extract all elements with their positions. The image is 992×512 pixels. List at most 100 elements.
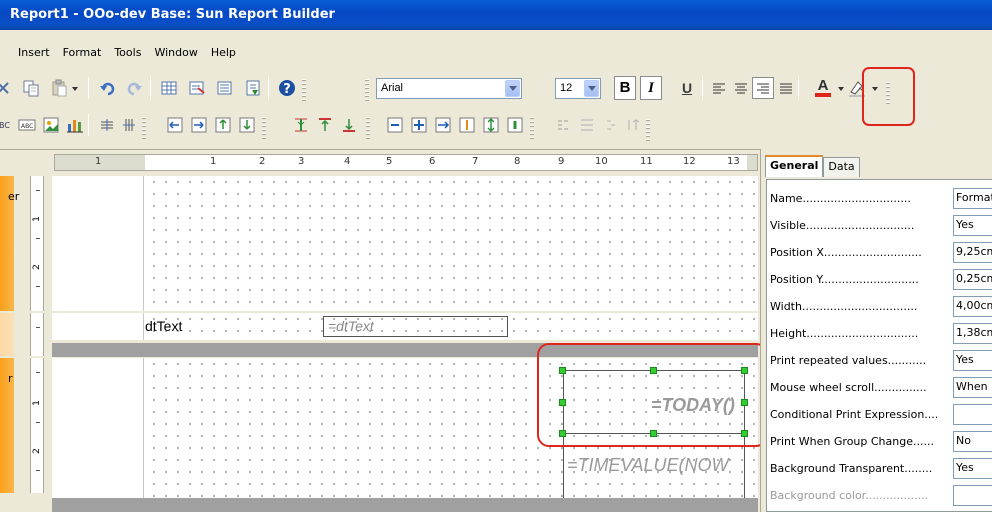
property-value-position-y[interactable]: 0,25cm [953, 269, 992, 290]
horizontal-ruler[interactable]: 1 1 2 3 4 5 6 7 8 9 10 11 12 13 [54, 154, 758, 171]
label-field-icon[interactable]: ABC [16, 114, 38, 136]
property-value-name[interactable]: Formatt [953, 188, 992, 209]
menu-format[interactable]: Format [63, 42, 102, 64]
chevron-down-icon[interactable] [505, 80, 520, 97]
align-bottom-edge-icon[interactable] [236, 114, 258, 136]
shrink-top-icon[interactable] [314, 114, 336, 136]
vertical-ruler-detail: 1 2 [30, 358, 44, 493]
toolbar-separator [702, 77, 703, 99]
vruler-label: 2 [31, 264, 42, 270]
tab-data[interactable]: Data [823, 157, 860, 177]
toolbar-grip[interactable] [262, 117, 266, 139]
shrink-bottom-icon[interactable] [338, 114, 360, 136]
property-row-conditional-print: Conditional Print Expression.... [767, 402, 992, 428]
chevron-down-icon[interactable] [584, 80, 599, 97]
distribute-icon-3[interactable] [600, 114, 622, 136]
execute-report-icon[interactable] [242, 77, 264, 99]
spellcheck-icon[interactable]: BC [0, 114, 16, 136]
paste-icon[interactable] [48, 77, 70, 99]
grid-icon[interactable] [158, 77, 180, 99]
toolbar-grip[interactable] [530, 117, 534, 139]
toolbar-separator [88, 114, 89, 136]
toolbar-grip[interactable] [646, 119, 650, 141]
font-size-select[interactable]: 12 [555, 78, 601, 99]
image-icon[interactable] [40, 114, 62, 136]
add-field-icon[interactable] [214, 77, 236, 99]
object-resize-icon-3[interactable] [432, 114, 454, 136]
vertical-line-icon[interactable] [118, 114, 140, 136]
font-color-dropdown-icon[interactable] [838, 87, 844, 91]
font-color-icon[interactable]: A [812, 76, 834, 98]
align-top-edge-icon[interactable] [212, 114, 234, 136]
property-value-print-repeated[interactable]: Yes [953, 350, 992, 371]
toolbar-grip[interactable] [142, 117, 146, 139]
toolbar-grip[interactable] [302, 79, 306, 101]
property-label: Position X............................ [770, 246, 922, 259]
ruler-label: 12 [683, 156, 696, 167]
section-shrink-icon[interactable] [290, 114, 312, 136]
justify-icon[interactable] [775, 77, 797, 99]
toolbar-grip[interactable] [366, 117, 370, 139]
paste-dropdown-icon[interactable] [72, 87, 78, 91]
property-value-visible[interactable]: Yes [953, 215, 992, 236]
property-row-position-y: Position Y............................ 0… [767, 267, 992, 293]
property-label: Height................................ [770, 327, 919, 340]
menu-help[interactable]: Help [211, 42, 236, 64]
menu-insert[interactable]: Insert [18, 42, 50, 64]
property-value-height[interactable]: 1,38cm [953, 323, 992, 344]
cut-icon[interactable] [0, 77, 14, 99]
section-separator[interactable] [52, 498, 758, 512]
properties-icon[interactable] [186, 77, 208, 99]
distribute-icon-1[interactable] [552, 114, 574, 136]
help-icon[interactable]: ? [276, 77, 298, 99]
properties-panel: General Data Name.......................… [760, 149, 992, 512]
align-left-icon[interactable] [708, 77, 730, 99]
toolbar-grip[interactable] [365, 79, 369, 101]
copy-icon[interactable] [20, 77, 42, 99]
bold-button[interactable]: B [614, 76, 636, 100]
property-value-mouse-wheel[interactable]: When [953, 377, 992, 398]
object-resize-icon-6[interactable] [504, 114, 526, 136]
section-group-strip[interactable] [0, 313, 14, 356]
ruler-label: 5 [386, 156, 393, 167]
ruler-label: 9 [558, 156, 565, 167]
property-label: Conditional Print Expression.... [770, 408, 939, 421]
property-value-conditional-print[interactable] [953, 404, 992, 425]
redo-icon[interactable] [124, 77, 146, 99]
property-row-visible: Visible............................... Y… [767, 213, 992, 239]
property-value-print-group-change[interactable]: No [953, 431, 992, 452]
object-resize-icon-2[interactable] [408, 114, 430, 136]
property-row-name: Name............................... Form… [767, 186, 992, 212]
distribute-icon-2[interactable] [576, 114, 598, 136]
undo-icon[interactable] [96, 77, 118, 99]
align-center-icon[interactable] [730, 77, 752, 99]
dt-text-label[interactable]: dtText [145, 318, 182, 334]
toolbar-separator [88, 77, 89, 99]
align-right-icon[interactable] [752, 77, 774, 99]
property-value-width[interactable]: 4,00cm [953, 296, 992, 317]
page-header-section[interactable] [52, 176, 758, 311]
property-row-print-repeated: Print repeated values........... Yes [767, 348, 992, 374]
object-resize-icon-4[interactable] [456, 114, 478, 136]
distribute-icon-4[interactable] [622, 114, 644, 136]
dt-text-field[interactable]: =dtText [323, 316, 508, 337]
property-row-height: Height................................ 1… [767, 321, 992, 347]
font-name-select[interactable]: Arial [376, 78, 522, 99]
property-value-background-transparent[interactable]: Yes [953, 458, 992, 479]
horizontal-line-icon[interactable] [96, 114, 118, 136]
underline-button[interactable]: U [676, 77, 698, 99]
chart-icon[interactable] [64, 114, 86, 136]
property-label: Name............................... [770, 192, 911, 205]
menu-tools[interactable]: Tools [114, 42, 141, 64]
object-resize-icon-1[interactable] [384, 114, 406, 136]
align-right-edge-icon[interactable] [188, 114, 210, 136]
align-left-edge-icon[interactable] [164, 114, 186, 136]
menu-window[interactable]: Window [154, 42, 197, 64]
italic-button[interactable]: I [640, 76, 662, 100]
object-resize-icon-5[interactable] [480, 114, 502, 136]
property-value-background-color[interactable] [953, 485, 992, 506]
property-value-position-x[interactable]: 9,25cm [953, 242, 992, 263]
svg-text:?: ? [283, 82, 291, 97]
horizontal-ruler-area: 1 1 2 3 4 5 6 7 8 9 10 11 12 13 [0, 149, 760, 176]
tab-general[interactable]: General [765, 155, 824, 177]
